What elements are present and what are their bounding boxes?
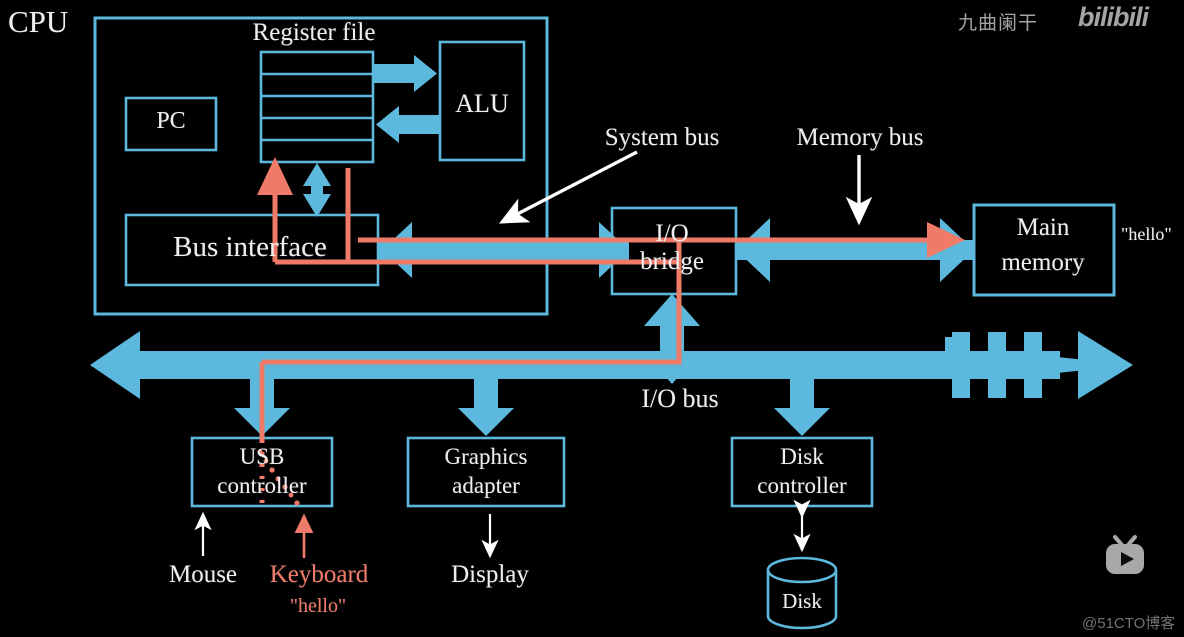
memory-bus-arrow	[736, 218, 974, 282]
diagram-canvas: CPU Register file PC ALU Bus interface S…	[0, 0, 1184, 637]
bilibili-logo-watermark: bilibili	[1078, 2, 1149, 32]
register-to-alu-arrow	[373, 55, 437, 92]
blog-watermark: @51CTO博客	[1082, 615, 1176, 632]
bus-interface-box	[124, 213, 380, 287]
system-bus-arrow	[378, 222, 629, 278]
system-diagram-svg	[86, 16, 1133, 630]
register-file-stack	[259, 50, 375, 164]
main-memory-box	[972, 203, 1116, 297]
graphics-adapter-box	[406, 436, 566, 508]
cpu-box	[93, 16, 549, 316]
iobus-to-graphics-arrow	[458, 379, 514, 436]
disk-controller-box	[730, 436, 874, 508]
register-busintf-double-arrow	[303, 163, 331, 217]
alu-to-register-arrow	[376, 106, 440, 143]
io-bridge-box	[610, 206, 738, 296]
pc-box	[124, 96, 218, 152]
disk-cylinder	[766, 556, 838, 630]
system-bus-pointer	[498, 150, 638, 224]
usb-controller-box	[190, 436, 334, 508]
iobus-to-diskctrl-arrow	[774, 379, 830, 436]
alu-box	[438, 40, 526, 162]
uploader-watermark: 九曲阑干	[958, 13, 1039, 34]
bilibili-tv-icon	[1098, 530, 1152, 589]
io-bus-arrow	[86, 331, 1133, 399]
